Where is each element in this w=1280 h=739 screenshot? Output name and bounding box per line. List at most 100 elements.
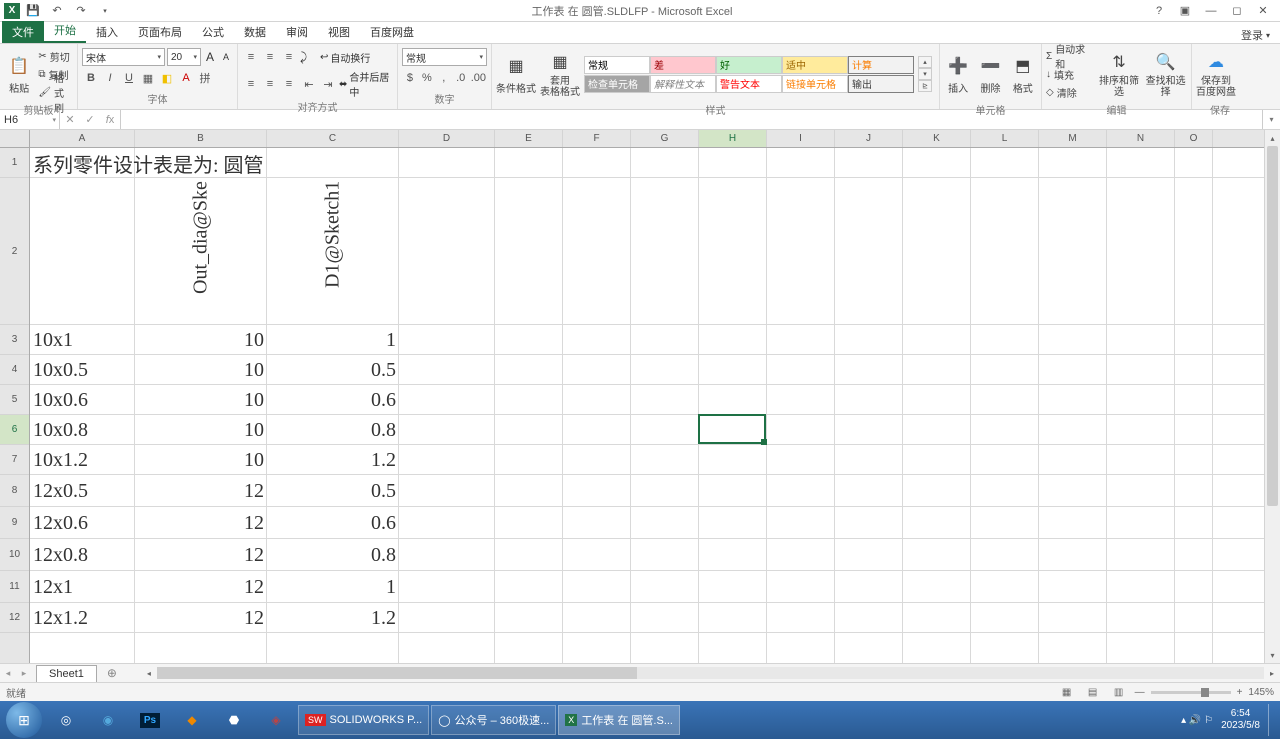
col-header-M[interactable]: M [1039, 130, 1107, 147]
wrap-text-button[interactable]: ↩自动换行 [320, 50, 370, 65]
name-box[interactable]: H6 [0, 110, 60, 129]
taskbar-app-1[interactable]: ◎ [46, 704, 86, 736]
add-sheet-button[interactable]: ⊕ [103, 665, 121, 681]
row-header-4[interactable]: 4 [0, 355, 29, 385]
comma-button[interactable]: , [436, 69, 452, 87]
cell[interactable]: 12 [135, 603, 267, 633]
zoom-in-button[interactable]: + [1237, 687, 1243, 698]
taskbar-browser[interactable]: ◯公众号 – 360极速... [431, 705, 556, 735]
table-format-button[interactable]: ▦ 套用 表格格式 [540, 46, 580, 102]
tab-nav-prev[interactable]: ▸ [16, 668, 32, 679]
zoom-handle[interactable] [1201, 688, 1209, 697]
taskbar-app-4[interactable]: ⬣ [214, 704, 254, 736]
minimize-button[interactable]: — [1200, 2, 1222, 20]
style-cell[interactable]: 解释性文本 [650, 75, 716, 93]
formula-bar-expand-button[interactable]: ▾ [1262, 110, 1280, 129]
row-header-3[interactable]: 3 [0, 325, 29, 355]
increase-font-button[interactable]: A [203, 48, 217, 66]
zoom-level[interactable]: 145% [1248, 687, 1274, 698]
font-size-select[interactable]: 20 [167, 48, 201, 66]
tab-home[interactable]: 开始 [44, 19, 86, 43]
style-cell[interactable]: 警告文本 [716, 75, 782, 93]
number-format-select[interactable]: 常规 [402, 48, 487, 66]
cell[interactable]: Out_dia@Ske [135, 178, 267, 325]
col-header-E[interactable]: E [495, 130, 563, 147]
cell[interactable]: 12 [135, 475, 267, 507]
tab-file[interactable]: 文件 [2, 21, 44, 43]
taskbar-excel[interactable]: X工作表 在 圆管.S... [558, 705, 680, 735]
font-name-select[interactable]: 宋体 [82, 48, 165, 66]
cell[interactable]: 0.8 [267, 415, 399, 445]
cell[interactable]: 1.2 [267, 603, 399, 633]
paste-button[interactable]: 📋 粘贴 [4, 46, 34, 102]
cell[interactable]: 12x0.5 [30, 475, 135, 507]
cell[interactable]: 12x0.6 [30, 507, 135, 539]
row-header-5[interactable]: 5 [0, 385, 29, 415]
style-cell[interactable]: 常规 [584, 56, 650, 74]
bold-button[interactable]: B [82, 69, 100, 87]
merge-center-button[interactable]: ⬌合并后居中 [339, 69, 393, 99]
orientation-button[interactable]: ⤸ [300, 50, 318, 65]
horizontal-scrollbar[interactable]: ◂ ▸ [141, 667, 1280, 679]
cell[interactable]: 10 [135, 385, 267, 415]
start-button[interactable]: ⊞ [4, 704, 44, 736]
cell[interactable]: 12 [135, 571, 267, 603]
enter-formula-button[interactable]: ✓ [80, 113, 100, 126]
vscroll-thumb[interactable] [1267, 146, 1278, 506]
cell[interactable]: 10x0.8 [30, 415, 135, 445]
hscroll-thumb[interactable] [157, 667, 637, 679]
qat-undo-button[interactable]: ↶ [46, 2, 68, 20]
style-cell[interactable]: 输出 [848, 75, 914, 93]
cell[interactable]: 12 [135, 507, 267, 539]
border-button[interactable]: ▦ [139, 69, 157, 87]
row-header-2[interactable]: 2 [0, 178, 29, 325]
insert-cells-button[interactable]: ➕插入 [944, 46, 972, 102]
font-color-button[interactable]: A [177, 69, 195, 87]
cell[interactable]: 1 [267, 325, 399, 355]
taskbar-app-2[interactable]: ◉ [88, 704, 128, 736]
style-cell[interactable]: 差 [650, 56, 716, 74]
tab-data[interactable]: 数据 [234, 21, 276, 43]
align-center-button[interactable]: ≡ [261, 75, 279, 93]
align-top-button[interactable]: ≡ [242, 48, 260, 66]
row-header-9[interactable]: 9 [0, 507, 29, 539]
increase-decimal-button[interactable]: .0 [453, 69, 469, 87]
italic-button[interactable]: I [101, 69, 119, 87]
decrease-indent-button[interactable]: ⇤ [300, 75, 318, 93]
qat-save-button[interactable]: 💾 [22, 2, 44, 20]
col-header-L[interactable]: L [971, 130, 1039, 147]
style-cell[interactable]: 链接单元格 [782, 75, 848, 93]
cell[interactable]: 10 [135, 355, 267, 385]
gallery-down-button[interactable]: ▾ [918, 68, 932, 80]
zoom-slider[interactable] [1151, 691, 1231, 694]
find-select-button[interactable]: 🔍查找和选择 [1144, 46, 1187, 102]
insert-function-button[interactable]: fx [100, 114, 120, 126]
col-header-K[interactable]: K [903, 130, 971, 147]
col-header-C[interactable]: C [267, 130, 399, 147]
style-cell[interactable]: 计算 [848, 56, 914, 74]
gallery-more-button[interactable]: ⊵ [918, 80, 932, 92]
cell[interactable]: 10x0.6 [30, 385, 135, 415]
format-painter-button[interactable]: 🖌格式刷 [38, 84, 73, 100]
close-button[interactable]: ✕ [1252, 2, 1274, 20]
cell-styles-gallery[interactable]: 常规差好适中计算 检查单元格解释性文本警告文本链接单元格输出 [584, 56, 914, 93]
tab-review[interactable]: 审阅 [276, 21, 318, 43]
cell[interactable]: 10 [135, 325, 267, 355]
style-cell[interactable]: 检查单元格 [584, 75, 650, 93]
col-header-F[interactable]: F [563, 130, 631, 147]
style-cell[interactable]: 适中 [782, 56, 848, 74]
tab-baidu[interactable]: 百度网盘 [360, 21, 424, 43]
taskbar-app-ps[interactable]: Ps [130, 704, 170, 736]
col-header-B[interactable]: B [135, 130, 267, 147]
cell[interactable]: D1@Sketch1 [267, 178, 399, 325]
style-cell[interactable]: 好 [716, 56, 782, 74]
col-header-A[interactable]: A [30, 130, 135, 147]
align-middle-button[interactable]: ≡ [261, 48, 279, 66]
align-left-button[interactable]: ≡ [242, 75, 260, 93]
cell[interactable]: 12x0.8 [30, 539, 135, 571]
taskbar-solidworks[interactable]: SWSOLIDWORKS P... [298, 705, 429, 735]
col-header-H[interactable]: H [699, 130, 767, 147]
view-page-break-button[interactable]: ▥ [1109, 685, 1129, 699]
cell[interactable]: 系列零件设计表是为: 圆管 [30, 148, 399, 178]
cells-area[interactable]: 系列零件设计表是为: 圆管Out_dia@SkeD1@Sketch110x110… [30, 148, 1264, 663]
